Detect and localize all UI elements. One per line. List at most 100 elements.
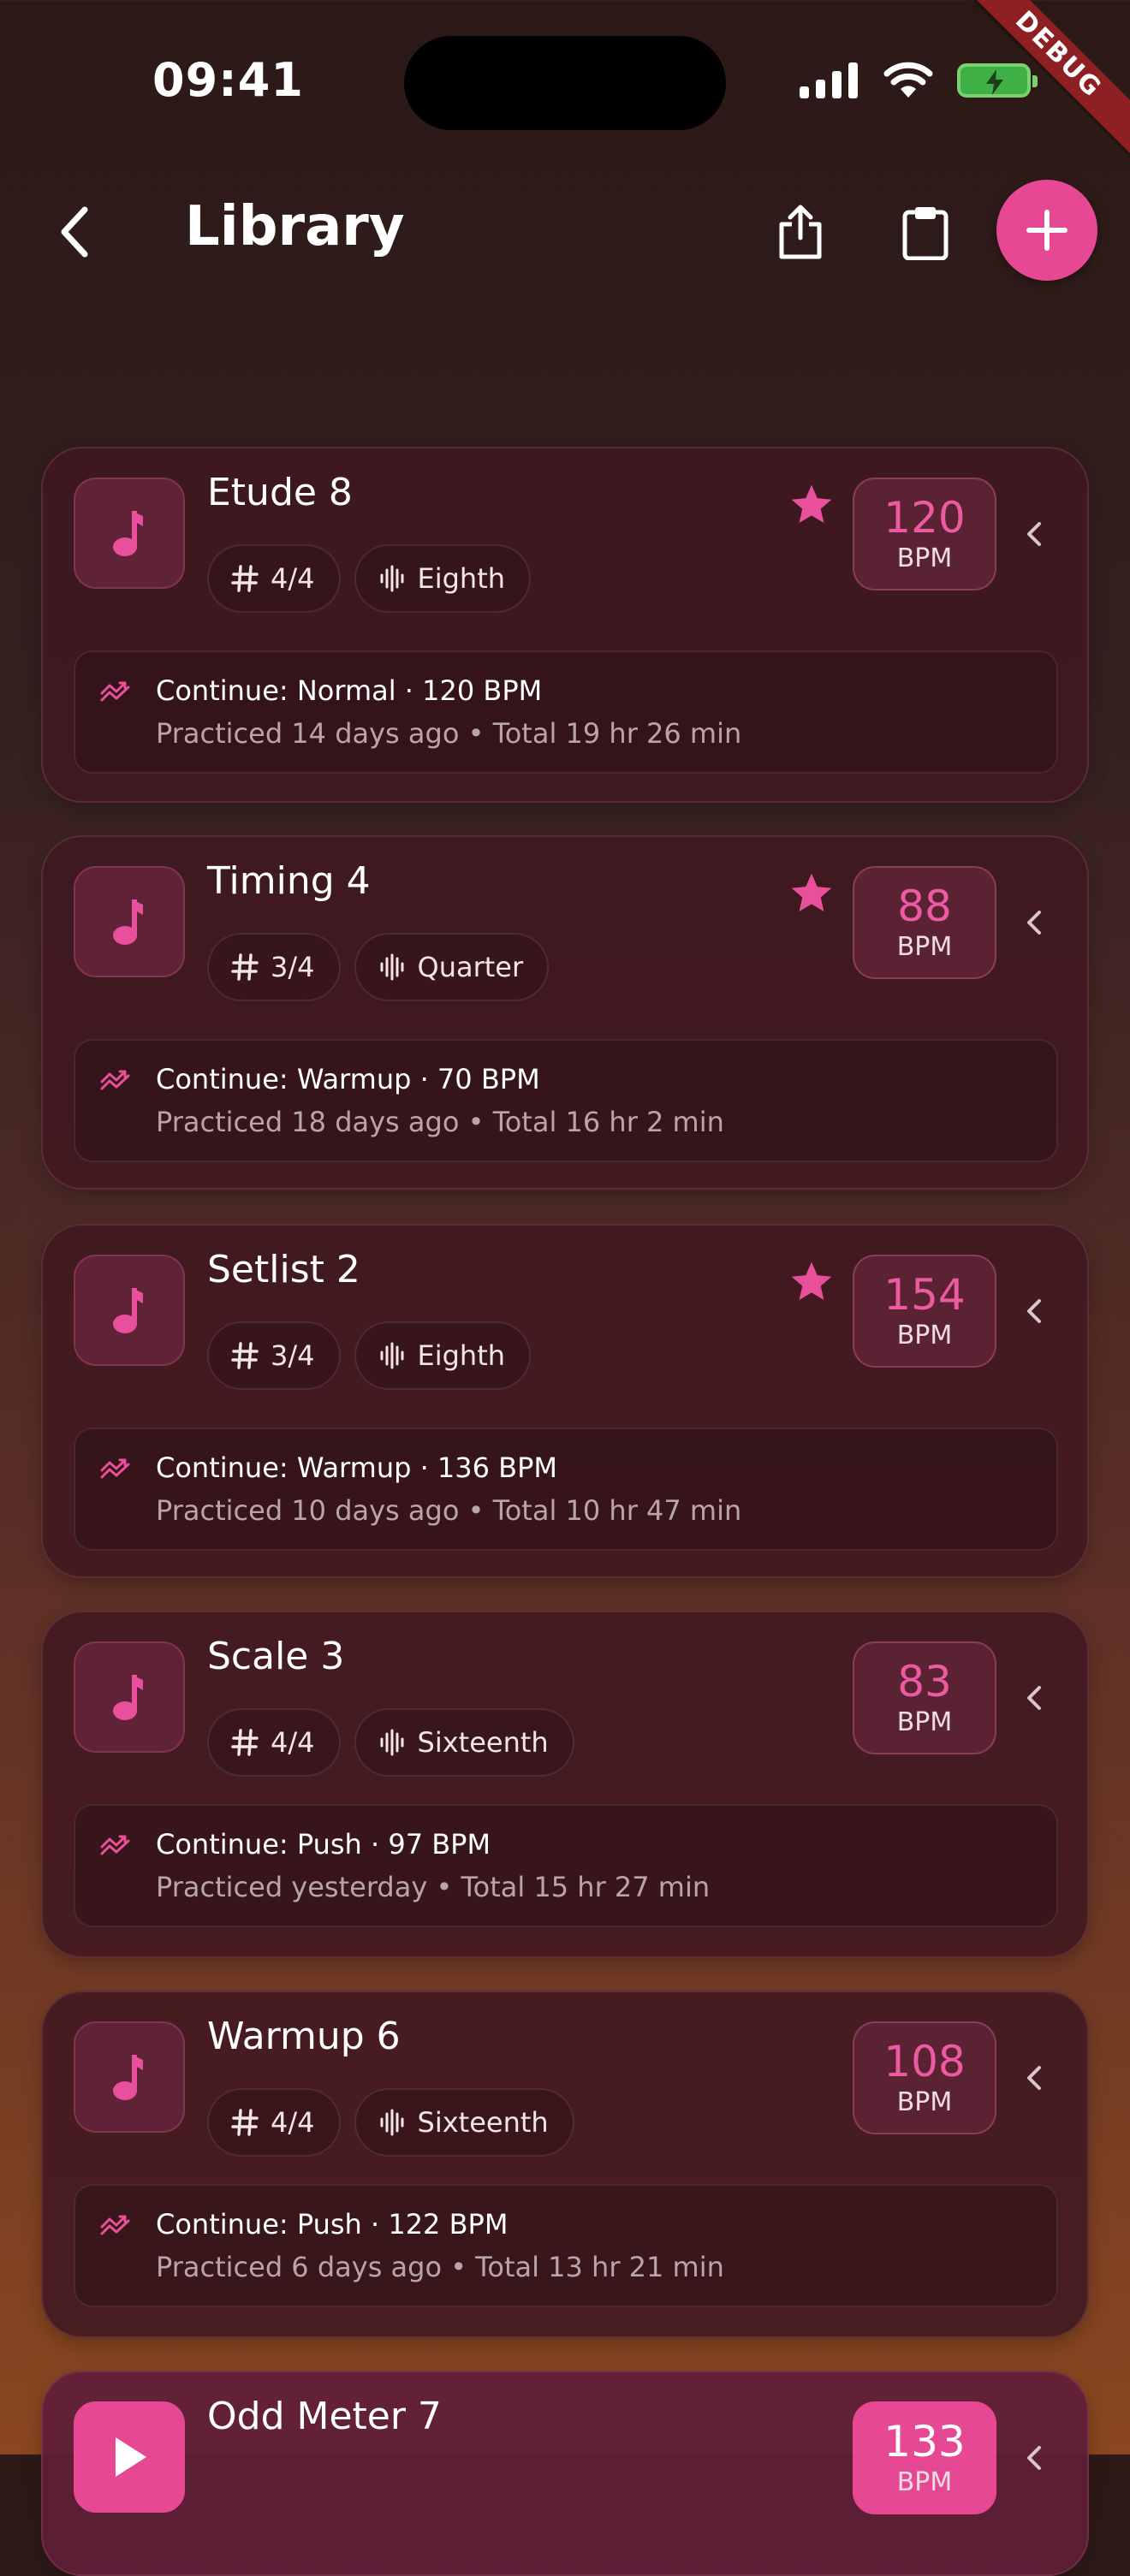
paste-button[interactable] — [894, 195, 957, 269]
time-signature-label: 4/4 — [271, 1726, 315, 1759]
music-note-icon — [113, 511, 143, 556]
trend-icon — [100, 1835, 130, 1855]
subdivision-label: Eighth — [417, 562, 506, 595]
time-signature-chip: 4/4 — [207, 1708, 341, 1777]
waveform-icon — [380, 1342, 403, 1369]
bpm-badge: 108 BPM — [853, 2021, 996, 2134]
preset-title: Setlist 2 — [207, 1248, 360, 1291]
bpm-unit: BPM — [896, 2087, 953, 2117]
export-button[interactable] — [769, 195, 832, 269]
preset-title: Etude 8 — [207, 471, 353, 514]
continue-panel[interactable]: Continue: Push · 97 BPM Practiced yester… — [74, 1804, 1058, 1927]
status-icons — [800, 62, 1038, 99]
dynamic-island — [404, 36, 726, 130]
preset-card[interactable]: Etude 8 4/4 Eighth 120 BPM Continue: Nor… — [41, 447, 1089, 803]
page-title: Library — [185, 195, 405, 258]
trend-icon — [100, 681, 130, 702]
preset-card[interactable]: Scale 3 4/4 Sixteenth 83 BPM Continue: P… — [41, 1611, 1089, 1958]
practice-stats: Practiced yesterday • Total 15 hr 27 min — [156, 1871, 711, 1903]
continue-label: Continue: Warmup · 70 BPM — [156, 1063, 540, 1095]
subdivision-chip: Sixteenth — [354, 1708, 574, 1777]
music-note-icon — [113, 1288, 143, 1333]
waveform-icon — [380, 2109, 403, 2136]
expand-button[interactable] — [1014, 2054, 1055, 2102]
wifi-icon — [883, 62, 933, 98]
bpm-badge: 133 BPM — [853, 2401, 996, 2514]
bpm-value: 154 — [883, 1270, 966, 1320]
continue-panel[interactable]: Continue: Warmup · 70 BPM Practiced 18 d… — [74, 1039, 1058, 1162]
preset-card[interactable]: Setlist 2 3/4 Eighth 154 BPM Continue: W… — [41, 1224, 1089, 1578]
back-button[interactable] — [45, 195, 104, 269]
preset-card[interactable]: Timing 4 3/4 Quarter 88 BPM Continue: Wa… — [41, 835, 1089, 1190]
star-icon[interactable] — [788, 481, 836, 529]
time-signature-chip: 4/4 — [207, 544, 341, 613]
subdivision-chip: Sixteenth — [354, 2088, 574, 2157]
play-button[interactable] — [74, 2401, 185, 2513]
continue-panel[interactable]: Continue: Normal · 120 BPM Practiced 14 … — [74, 650, 1058, 774]
trend-icon — [100, 1458, 130, 1479]
preset-thumbnail[interactable] — [74, 866, 185, 977]
trend-icon — [100, 1070, 130, 1090]
time-signature-chip: 3/4 — [207, 1321, 341, 1390]
chevron-left-icon — [1027, 522, 1041, 546]
chevron-left-icon — [1027, 1686, 1041, 1710]
bpm-value: 83 — [897, 1657, 952, 1706]
star-icon[interactable] — [788, 870, 836, 917]
preset-thumbnail[interactable] — [74, 1641, 185, 1753]
subdivision-label: Sixteenth — [417, 1726, 549, 1759]
trend-icon — [100, 2215, 130, 2235]
continue-label: Continue: Push · 97 BPM — [156, 1828, 491, 1861]
preset-thumbnail[interactable] — [74, 1255, 185, 1366]
expand-button[interactable] — [1014, 1674, 1055, 1722]
bpm-badge: 120 BPM — [853, 478, 996, 591]
subdivision-chip: Eighth — [354, 544, 532, 613]
practice-stats: Practiced 18 days ago • Total 16 hr 2 mi… — [156, 1106, 724, 1138]
continue-label: Continue: Warmup · 136 BPM — [156, 1451, 558, 1484]
preset-card[interactable]: Odd Meter 7 133 BPM — [41, 2371, 1089, 2576]
chevron-left-icon — [61, 206, 88, 258]
chevron-left-icon — [1027, 2446, 1041, 2470]
add-button[interactable] — [996, 180, 1097, 281]
music-note-icon — [113, 1675, 143, 1720]
chevron-left-icon — [1027, 1299, 1041, 1323]
waveform-icon — [380, 953, 403, 981]
plus-icon — [1026, 210, 1068, 251]
play-icon — [116, 2437, 146, 2477]
expand-button[interactable] — [1014, 510, 1055, 558]
preset-thumbnail[interactable] — [74, 2021, 185, 2133]
subdivision-chip: Quarter — [354, 933, 550, 1001]
hash-icon — [231, 565, 259, 592]
music-note-icon — [113, 899, 143, 945]
time-signature-chip: 3/4 — [207, 933, 341, 1001]
continue-panel[interactable]: Continue: Push · 122 BPM Practiced 6 day… — [74, 2184, 1058, 2307]
bpm-unit: BPM — [896, 1707, 953, 1737]
bpm-unit: BPM — [896, 2467, 953, 2497]
bpm-unit: BPM — [896, 543, 953, 573]
bpm-badge: 88 BPM — [853, 866, 996, 979]
expand-button[interactable] — [1014, 2434, 1055, 2482]
practice-stats: Practiced 10 days ago • Total 10 hr 47 m… — [156, 1494, 742, 1527]
preset-title: Warmup 6 — [207, 2015, 401, 2058]
expand-button[interactable] — [1014, 899, 1055, 947]
time-signature-label: 3/4 — [271, 1339, 315, 1372]
subdivision-label: Eighth — [417, 1339, 506, 1372]
time-signature-label: 4/4 — [271, 562, 315, 595]
continue-panel[interactable]: Continue: Warmup · 136 BPM Practiced 10 … — [74, 1427, 1058, 1551]
preset-thumbnail[interactable] — [74, 478, 185, 589]
star-icon[interactable] — [788, 1258, 836, 1306]
time-signature-label: 3/4 — [271, 951, 315, 983]
subdivision-label: Sixteenth — [417, 2106, 549, 2139]
hash-icon — [231, 1342, 259, 1369]
bpm-value: 133 — [883, 2417, 966, 2466]
expand-button[interactable] — [1014, 1287, 1055, 1335]
time-signature-chip: 4/4 — [207, 2088, 341, 2157]
bpm-value: 120 — [883, 493, 966, 543]
chevron-left-icon — [1027, 2066, 1041, 2090]
status-time: 09:41 — [152, 53, 304, 107]
preset-card[interactable]: Warmup 6 4/4 Sixteenth 108 BPM Continue:… — [41, 1991, 1089, 2338]
continue-label: Continue: Push · 122 BPM — [156, 2208, 508, 2241]
subdivision-chip: Eighth — [354, 1321, 532, 1390]
preset-title: Scale 3 — [207, 1635, 345, 1678]
subdivision-label: Quarter — [417, 951, 524, 983]
bpm-badge: 83 BPM — [853, 1641, 996, 1754]
